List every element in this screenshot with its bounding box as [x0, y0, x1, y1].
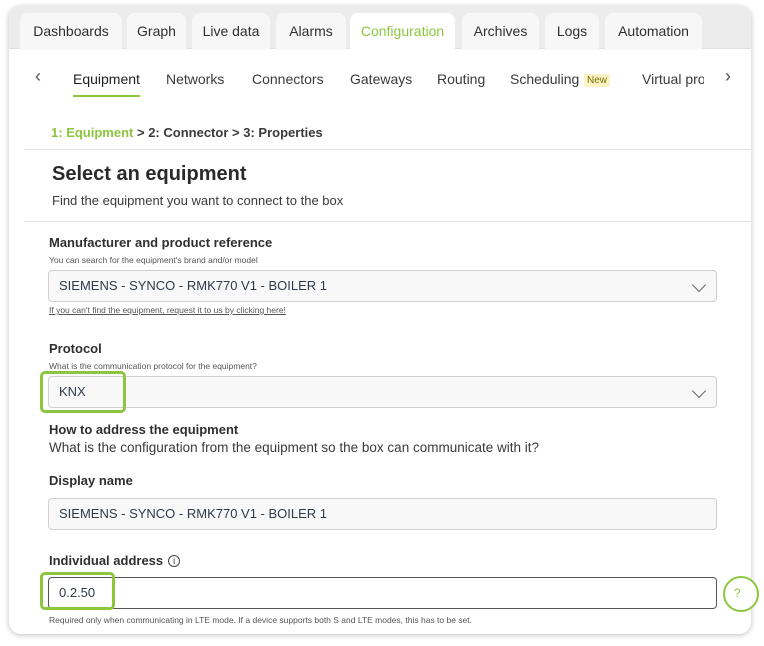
breadcrumb-step-properties[interactable]: Properties	[258, 125, 322, 140]
subnav-virtual-properties[interactable]: Virtual prop	[642, 71, 704, 87]
display-name-input[interactable]: SIEMENS - SYNCO - RMK770 V1 - BOILER 1	[48, 498, 717, 530]
tab-logs[interactable]: Logs	[545, 13, 599, 50]
breadcrumb-step-2-number: 2:	[148, 125, 160, 140]
tab-alarms[interactable]: Alarms	[276, 13, 346, 50]
divider	[25, 221, 751, 222]
tab-live-data[interactable]: Live data	[192, 13, 270, 50]
manufacturer-hint: You can search for the equipment's brand…	[49, 255, 258, 265]
addressing-label: How to address the equipment	[49, 422, 239, 437]
manufacturer-select-value: SIEMENS - SYNCO - RMK770 V1 - BOILER 1	[59, 278, 328, 293]
subnav-connectors[interactable]: Connectors	[252, 71, 324, 87]
chevron-down-icon	[691, 277, 707, 293]
breadcrumb-step-3-number: 3:	[243, 125, 255, 140]
divider	[25, 149, 751, 150]
tab-graph[interactable]: Graph	[127, 13, 186, 50]
protocol-hint: What is the communication protocol for t…	[49, 361, 257, 371]
subnav-scheduling[interactable]: Scheduling	[510, 71, 579, 87]
breadcrumb-step-equipment[interactable]: Equipment	[66, 125, 133, 140]
help-icon: ?	[734, 586, 741, 600]
chevron-left-icon[interactable]: ‹	[35, 66, 41, 87]
chevron-right-icon[interactable]: ›	[725, 66, 731, 87]
info-icon[interactable]: i	[168, 555, 181, 567]
page-subtitle: Find the equipment you want to connect t…	[52, 193, 344, 208]
protocol-select[interactable]: KNX	[48, 376, 717, 408]
protocol-label: Protocol	[49, 341, 102, 356]
subnav-equipment[interactable]: Equipment	[73, 71, 140, 97]
addressing-description: What is the configuration from the equip…	[49, 440, 540, 455]
individual-address-label-text: Individual address	[49, 553, 164, 568]
tab-configuration[interactable]: Configuration	[350, 13, 455, 51]
new-badge: New	[584, 74, 611, 87]
subnav-gateways[interactable]: Gateways	[350, 71, 412, 87]
individual-address-input[interactable]: 0.2.50	[48, 577, 717, 609]
page-title: Select an equipment	[52, 163, 247, 185]
individual-address-label: Individual address i	[49, 553, 181, 568]
tab-dashboards[interactable]: Dashboards	[20, 13, 122, 50]
help-chat-button[interactable]: ?	[723, 576, 759, 612]
display-name-value: SIEMENS - SYNCO - RMK770 V1 - BOILER 1	[59, 506, 328, 521]
tab-automation[interactable]: Automation	[605, 13, 702, 50]
address-highlight-box	[40, 572, 115, 610]
breadcrumb-separator: >	[136, 125, 145, 140]
breadcrumb-separator: >	[232, 125, 240, 140]
display-name-label: Display name	[49, 473, 133, 488]
manufacturer-label: Manufacturer and product reference	[49, 235, 273, 250]
individual-address-note: Required only when communicating in LTE …	[49, 615, 473, 625]
app-window: Dashboards Graph Live data Alarms Config…	[9, 6, 751, 634]
manufacturer-select[interactable]: SIEMENS - SYNCO - RMK770 V1 - BOILER 1	[48, 270, 717, 302]
main-tab-bar: Dashboards Graph Live data Alarms Config…	[9, 6, 751, 51]
subnav-networks[interactable]: Networks	[166, 71, 224, 87]
tab-archives[interactable]: Archives	[462, 13, 539, 50]
subnav-routing[interactable]: Routing	[437, 71, 485, 87]
chevron-down-icon	[691, 383, 707, 399]
breadcrumb-step-connector[interactable]: Connector	[163, 125, 228, 140]
protocol-highlight-box	[40, 371, 126, 413]
config-subnav: ‹ Equipment Networks Connectors Gateways…	[9, 50, 751, 104]
wizard-breadcrumb: 1: Equipment > 2: Connector > 3: Propert…	[51, 125, 323, 140]
breadcrumb-step-1-number: 1:	[51, 125, 63, 140]
request-equipment-link[interactable]: If you can't find the equipment, request…	[49, 305, 286, 315]
